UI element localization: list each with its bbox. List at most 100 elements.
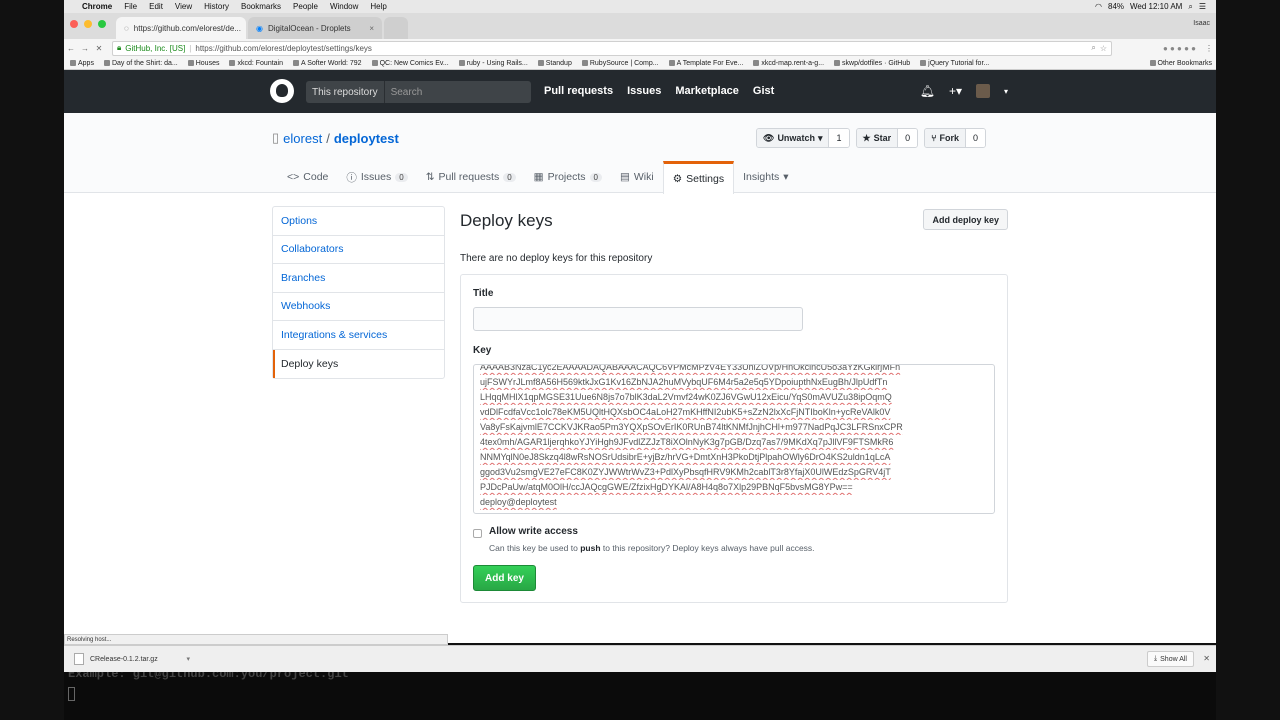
menu-view[interactable]: View: [169, 2, 198, 11]
create-new-plus-icon[interactable]: +▾: [949, 84, 962, 98]
chrome-menu-icon[interactable]: ⋮: [1202, 44, 1216, 53]
sidebar-item-options[interactable]: Options: [273, 207, 444, 236]
sidebar-item-branches[interactable]: Branches: [273, 264, 444, 293]
download-icon: ⤓: [1154, 655, 1158, 662]
watch-group: 👁︎ Unwatch ▾ 1: [756, 128, 850, 148]
close-window-icon[interactable]: [70, 20, 78, 28]
title-input[interactable]: [473, 307, 803, 331]
title-label: Title: [473, 288, 494, 299]
tab-settings[interactable]: ⚙ Settings: [662, 161, 735, 194]
nav-gist[interactable]: Gist: [753, 85, 774, 97]
sidebar-item-deploy-keys[interactable]: Deploy keys: [273, 349, 444, 378]
empty-state-text: There are no deploy keys for this reposi…: [460, 253, 653, 264]
menubar-clock[interactable]: Wed 12:10 AM: [1130, 2, 1182, 12]
menu-history[interactable]: History: [198, 2, 235, 11]
new-tab-button[interactable]: [384, 17, 408, 39]
back-icon[interactable]: ←: [64, 44, 78, 53]
tab-pull-requests[interactable]: ⇅ Pull requests 0: [417, 161, 525, 193]
bookmark-item[interactable]: Day of the Shirt: da...: [103, 60, 178, 67]
nav-pull-requests[interactable]: Pull requests: [544, 85, 613, 97]
github-logo-icon[interactable]: [270, 79, 294, 103]
allow-write-label[interactable]: Allow write access: [489, 526, 578, 537]
sidebar-item-webhooks[interactable]: Webhooks: [273, 293, 444, 321]
show-all-downloads-button[interactable]: ⤓ Show All: [1147, 651, 1194, 667]
add-key-button[interactable]: Add key: [473, 565, 536, 591]
close-downloads-icon[interactable]: ✕: [1203, 654, 1210, 663]
notification-center-icon[interactable]: ☰: [1199, 2, 1206, 12]
tab-title: https://github.com/elorest/de...: [133, 23, 241, 33]
bookmark-item[interactable]: xkcd: Fountain: [229, 60, 283, 67]
spotlight-icon[interactable]: ⌕: [1188, 2, 1192, 12]
code-icon: <>: [287, 171, 300, 183]
other-bookmarks[interactable]: Other Bookmarks: [1149, 60, 1216, 67]
chevron-down-icon[interactable]: ▾: [186, 655, 190, 663]
forward-icon[interactable]: →: [78, 44, 92, 53]
nav-issues[interactable]: Issues: [627, 85, 661, 97]
bookmark-item[interactable]: Standup: [537, 60, 572, 67]
menu-window[interactable]: Window: [324, 2, 364, 11]
bookmark-item[interactable]: A Template For Eve...: [668, 60, 743, 67]
chevron-down-icon[interactable]: ▾: [1004, 87, 1008, 96]
bookmark-star-icon[interactable]: ☆: [1100, 44, 1107, 53]
menubar-app-name[interactable]: Chrome: [76, 2, 118, 11]
key-textarea[interactable]: AAAAB3NzaC1yc2EAAAADAQABAAACAQC6VPMcMPzV…: [473, 364, 995, 514]
bookmark-item[interactable]: RubySource | Comp...: [581, 60, 659, 67]
avatar[interactable]: [975, 84, 990, 98]
repo-owner-link[interactable]: elorest: [283, 131, 322, 146]
battery-percent[interactable]: 84%: [1108, 2, 1124, 12]
zoom-icon[interactable]: ⌕: [1091, 43, 1095, 53]
tab-insights[interactable]: Insights ▾: [734, 161, 797, 193]
search-input[interactable]: [384, 86, 525, 98]
menu-file[interactable]: File: [118, 2, 143, 11]
repo-header: ▯ elorest / deploytest 👁︎ Unwatch ▾ 1 ★ Sta…: [64, 113, 1216, 194]
screen: Chrome File Edit View History Bookmarks …: [0, 0, 1280, 720]
bookmark-apps[interactable]: Apps: [70, 60, 94, 67]
bookmark-item[interactable]: xkcd-map.rent-a-g...: [753, 60, 824, 67]
wifi-icon[interactable]: ◠: [1095, 2, 1102, 12]
nav-marketplace[interactable]: Marketplace: [675, 85, 739, 97]
key-line: Va8yFsKajvmlE7CCKVJKRao5Pm3YQXpSOvErIK0R…: [480, 422, 903, 432]
minimize-window-icon[interactable]: [84, 20, 92, 28]
tab-wiki[interactable]: ▤ Wiki: [611, 161, 663, 193]
menu-bookmarks[interactable]: Bookmarks: [235, 2, 287, 11]
menu-help[interactable]: Help: [364, 2, 392, 11]
issue-icon: ⓘ: [346, 171, 357, 184]
search-scope-label[interactable]: This repository: [306, 81, 385, 103]
address-bar[interactable]: 🔒︎ GitHub, Inc. [US] | https://github.co…: [112, 40, 1112, 56]
allow-write-checkbox[interactable]: [473, 529, 482, 538]
profile-name[interactable]: Isaac: [1193, 20, 1210, 27]
bookmark-folder[interactable]: Houses: [187, 60, 219, 67]
eye-icon: 👁︎: [763, 132, 775, 143]
repo-name-link[interactable]: deploytest: [334, 131, 399, 146]
sidebar-item-collaborators[interactable]: Collaborators: [273, 236, 444, 264]
maximize-window-icon[interactable]: [98, 20, 106, 28]
star-button[interactable]: ★ Star: [856, 129, 899, 147]
menu-people[interactable]: People: [287, 2, 324, 11]
browser-tab-digitalocean[interactable]: ◉ DigitalOcean - Droplets ×: [248, 17, 382, 39]
bookmark-item[interactable]: QC: New Comics Ev...: [371, 60, 449, 67]
bookmark-item[interactable]: A Softer World: 792: [293, 60, 362, 67]
tab-projects[interactable]: ▦ Projects 0: [525, 161, 611, 193]
pull-requests-counter: 0: [503, 172, 516, 182]
add-deploy-key-button[interactable]: Add deploy key: [923, 209, 1008, 230]
browser-tab-github[interactable]: ◌ https://github.com/elorest/de... ×: [116, 17, 246, 39]
fork-button[interactable]: ⑂ Fork: [925, 129, 967, 147]
tab-issues[interactable]: ⓘ Issues 0: [337, 161, 416, 193]
stop-loading-icon[interactable]: ✕: [92, 44, 106, 53]
extension-icons[interactable]: ● ● ● ● ●: [1112, 44, 1202, 53]
star-count[interactable]: 0: [898, 129, 918, 147]
bookmark-item[interactable]: ruby - Using Rails...: [458, 60, 528, 67]
fork-count[interactable]: 0: [966, 129, 986, 147]
repo-book-icon: ▯: [272, 130, 280, 145]
tab-code[interactable]: <> Code: [278, 161, 337, 193]
watch-count[interactable]: 1: [829, 129, 849, 147]
unwatch-button[interactable]: 👁︎ Unwatch ▾: [757, 129, 830, 147]
notifications-bell-icon[interactable]: 🔔︎: [920, 84, 935, 98]
bookmark-item[interactable]: jQuery Tutorial for...: [920, 60, 989, 67]
download-item[interactable]: CRelease-0.1.2.tar.gz ▾: [70, 650, 190, 668]
close-tab-icon[interactable]: ×: [369, 24, 374, 33]
sidebar-item-integrations[interactable]: Integrations & services: [273, 321, 444, 350]
book-icon: ▤: [619, 171, 630, 183]
menu-edit[interactable]: Edit: [143, 2, 169, 11]
bookmark-item[interactable]: skwp/dotfiles · GitHub: [834, 60, 910, 67]
